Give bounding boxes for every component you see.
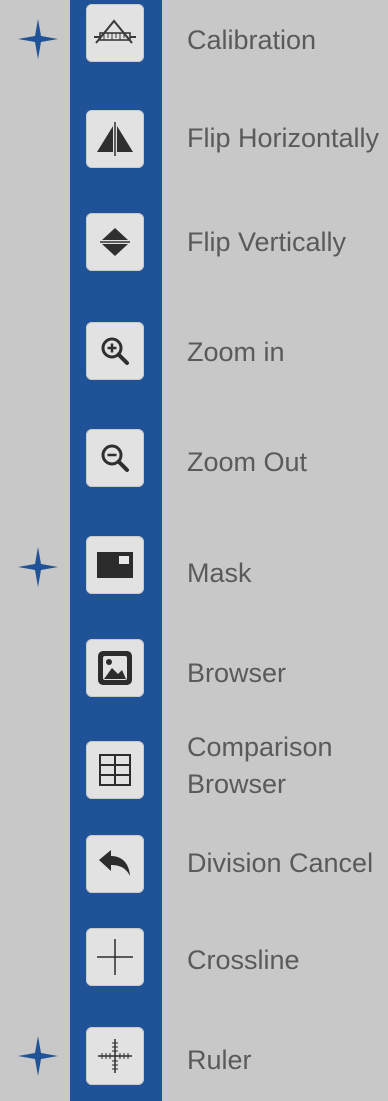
flip-vertically-label: Flip Vertically xyxy=(187,227,347,257)
zoom-out-icon xyxy=(101,444,129,472)
comparison-grid-icon xyxy=(99,754,131,786)
zoom-in-icon xyxy=(101,337,129,365)
mask-button[interactable] xyxy=(86,536,144,594)
zoom-in-button[interactable] xyxy=(86,322,144,380)
crossline-label: Crossline xyxy=(187,945,300,975)
crossline-button[interactable] xyxy=(86,928,144,986)
image-browser-icon xyxy=(98,651,132,685)
flip-horizontally-button[interactable] xyxy=(86,110,144,168)
zoom-in-label: Zoom in xyxy=(187,337,285,367)
crossline-icon xyxy=(97,939,133,975)
calibration-button[interactable] xyxy=(86,4,144,62)
comparison-browser-label-line1: Comparison xyxy=(187,732,333,762)
comparison-browser-button[interactable] xyxy=(86,741,144,799)
mask-icon xyxy=(97,552,133,578)
flip-vertically-button[interactable] xyxy=(86,213,144,271)
calibration-label: Calibration xyxy=(187,25,317,55)
ruler-button[interactable] xyxy=(86,1027,144,1085)
highlight-star-icon xyxy=(18,19,58,59)
comparison-browser-label-line2: Browser xyxy=(187,769,287,799)
calibration-icon xyxy=(94,19,136,44)
zoom-out-label: Zoom Out xyxy=(187,447,308,477)
flip-horizontal-icon xyxy=(97,122,133,156)
flip-horizontally-label: Flip Horizontally xyxy=(187,123,380,153)
division-cancel-label: Division Cancel xyxy=(187,848,374,878)
browser-label: Browser xyxy=(187,658,287,688)
flip-vertical-icon xyxy=(100,228,130,256)
browser-button[interactable] xyxy=(86,639,144,697)
ruler-icon xyxy=(98,1039,132,1073)
mask-label: Mask xyxy=(187,558,252,588)
highlight-star-icon xyxy=(18,1036,58,1076)
ruler-label: Ruler xyxy=(187,1045,252,1075)
highlight-star-icon xyxy=(18,547,58,587)
division-cancel-button[interactable] xyxy=(86,835,144,893)
zoom-out-button[interactable] xyxy=(86,429,144,487)
undo-arrow-icon xyxy=(99,850,130,876)
